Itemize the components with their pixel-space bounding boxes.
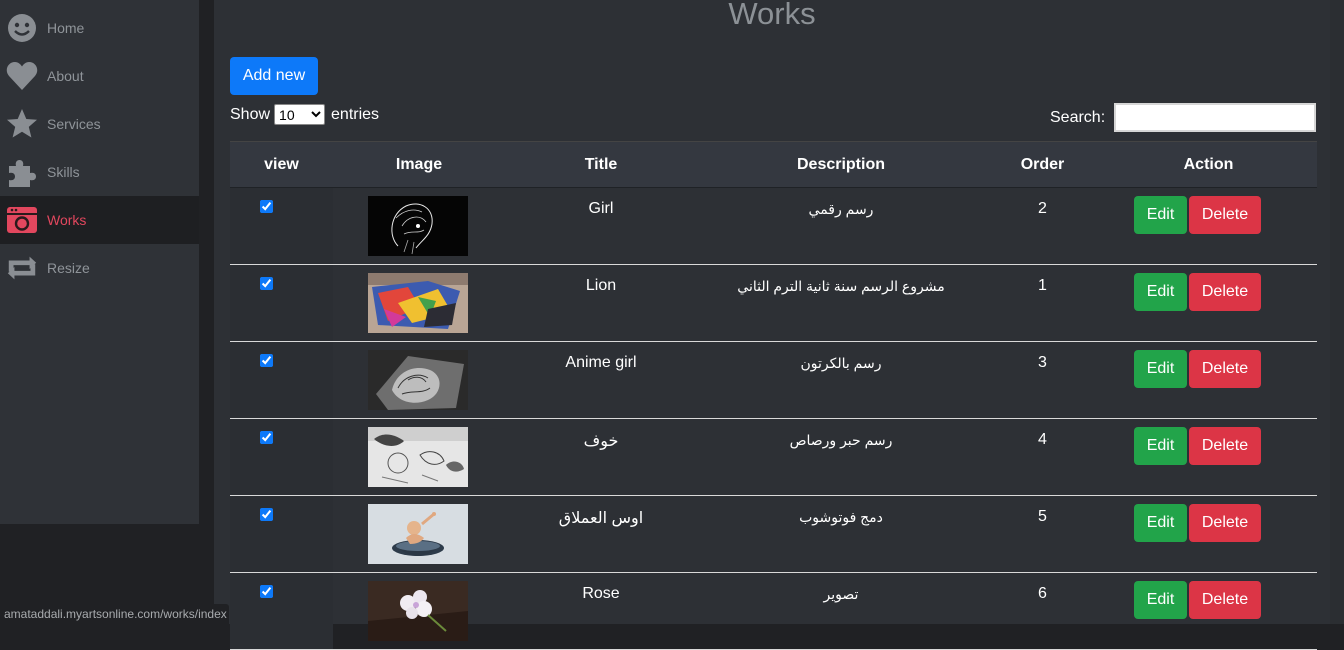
work-description: تصوير bbox=[823, 586, 859, 602]
table-row: Lion مشروع الرسم سنة ثانية الترم الثاني … bbox=[230, 264, 1317, 342]
work-order: 2 bbox=[1038, 200, 1047, 217]
work-title: Rose bbox=[582, 585, 620, 602]
delete-button[interactable]: Delete bbox=[1189, 273, 1261, 311]
sidebar-item-label: Resize bbox=[47, 260, 90, 276]
work-order: 3 bbox=[1038, 354, 1047, 371]
view-checkbox[interactable] bbox=[260, 200, 273, 213]
sidebar-item-label: Works bbox=[47, 212, 87, 228]
resize-icon bbox=[5, 251, 39, 285]
table-row: اوس العملاق دمج فوتوشوب 5 Edit Delete bbox=[230, 495, 1317, 573]
column-header-action[interactable]: Action bbox=[1100, 141, 1317, 188]
works-table: view Image Title Description Order Actio… bbox=[230, 141, 1317, 650]
delete-button[interactable]: Delete bbox=[1189, 350, 1261, 388]
table-row: Rose تصوير 6 Edit Delete bbox=[230, 572, 1317, 650]
sidebar-item-skills[interactable]: Skills bbox=[0, 148, 199, 196]
delete-button[interactable]: Delete bbox=[1189, 427, 1261, 465]
sidebar-item-label: About bbox=[47, 68, 84, 84]
sidebar-item-about[interactable]: About bbox=[0, 52, 199, 100]
sidebar-item-works[interactable]: Works bbox=[0, 196, 199, 244]
work-thumbnail bbox=[367, 350, 468, 410]
work-title: Anime girl bbox=[565, 354, 637, 371]
sidebar-item-label: Services bbox=[47, 116, 101, 132]
delete-button[interactable]: Delete bbox=[1189, 504, 1261, 542]
column-header-view[interactable]: view bbox=[230, 141, 333, 188]
work-title: Girl bbox=[588, 200, 614, 217]
view-checkbox[interactable] bbox=[260, 585, 273, 598]
view-checkbox[interactable] bbox=[260, 431, 273, 444]
delete-button[interactable]: Delete bbox=[1189, 581, 1261, 619]
edit-button[interactable]: Edit bbox=[1134, 427, 1187, 465]
column-header-image[interactable]: Image bbox=[333, 141, 505, 188]
work-title: اوس العملاق bbox=[558, 510, 644, 527]
table-row: Anime girl رسم بالكرتون 3 Edit Delete bbox=[230, 341, 1317, 419]
view-checkbox[interactable] bbox=[260, 508, 273, 521]
work-thumbnail bbox=[367, 273, 468, 333]
work-order: 4 bbox=[1038, 431, 1047, 448]
camera-icon bbox=[5, 203, 39, 237]
sidebar-item-resize[interactable]: Resize bbox=[0, 244, 199, 292]
work-order: 5 bbox=[1038, 508, 1047, 525]
sidebar: Home About Services Skills Works Resize bbox=[0, 0, 199, 524]
view-checkbox[interactable] bbox=[260, 277, 273, 290]
star-icon bbox=[5, 107, 39, 141]
main-content: Works Add new Show 10 entries Search: vi… bbox=[214, 0, 1330, 650]
page-scrollbar[interactable] bbox=[1330, 0, 1344, 624]
work-thumbnail bbox=[367, 196, 468, 256]
work-thumbnail bbox=[367, 581, 468, 641]
sidebar-scrollbar-gap bbox=[199, 0, 214, 624]
work-description: مشروع الرسم سنة ثانية الترم الثاني bbox=[737, 278, 945, 294]
table-header-row: view Image Title Description Order Actio… bbox=[230, 141, 1317, 188]
work-order: 1 bbox=[1038, 277, 1047, 294]
smiley-icon bbox=[5, 11, 39, 45]
sidebar-item-services[interactable]: Services bbox=[0, 100, 199, 148]
browser-status-url: amataddali.myartsonline.com/works/index bbox=[0, 604, 229, 624]
entries-label: entries bbox=[331, 105, 380, 123]
page-size-control: Show 10 entries bbox=[230, 104, 379, 125]
heart-icon bbox=[5, 59, 39, 93]
edit-button[interactable]: Edit bbox=[1134, 350, 1187, 388]
show-label: Show bbox=[230, 105, 271, 123]
sidebar-item-home[interactable]: Home bbox=[0, 4, 199, 52]
view-checkbox[interactable] bbox=[260, 354, 273, 367]
edit-button[interactable]: Edit bbox=[1134, 504, 1187, 542]
work-title: Lion bbox=[585, 277, 617, 294]
work-description: رسم رقمي bbox=[808, 201, 874, 217]
column-header-description[interactable]: Description bbox=[697, 141, 985, 188]
column-header-order[interactable]: Order bbox=[985, 141, 1100, 188]
page-title: Works bbox=[728, 0, 816, 31]
page-size-select[interactable]: 10 bbox=[274, 104, 326, 125]
sidebar-item-label: Skills bbox=[47, 164, 80, 180]
column-header-title[interactable]: Title bbox=[505, 141, 697, 188]
sidebar-item-label: Home bbox=[47, 20, 85, 36]
puzzle-icon bbox=[5, 155, 39, 189]
work-thumbnail bbox=[367, 427, 468, 487]
search-control: Search: bbox=[1050, 103, 1317, 132]
work-description: دمج فوتوشوب bbox=[799, 509, 883, 525]
table-row: Girl رسم رقمي 2 Edit Delete bbox=[230, 187, 1317, 265]
delete-button[interactable]: Delete bbox=[1189, 196, 1261, 234]
search-label: Search: bbox=[1050, 108, 1106, 126]
work-description: رسم بالكرتون bbox=[800, 355, 882, 371]
edit-button[interactable]: Edit bbox=[1134, 196, 1187, 234]
work-title: خوف bbox=[583, 433, 619, 450]
search-input[interactable] bbox=[1114, 103, 1317, 132]
work-order: 6 bbox=[1038, 585, 1047, 602]
edit-button[interactable]: Edit bbox=[1134, 581, 1187, 619]
table-row: خوف رسم حبر ورصاص 4 Edit Delete bbox=[230, 418, 1317, 496]
work-description: رسم حبر ورصاص bbox=[789, 432, 893, 448]
work-thumbnail bbox=[367, 504, 468, 564]
edit-button[interactable]: Edit bbox=[1134, 273, 1187, 311]
add-new-button[interactable]: Add new bbox=[230, 57, 318, 95]
